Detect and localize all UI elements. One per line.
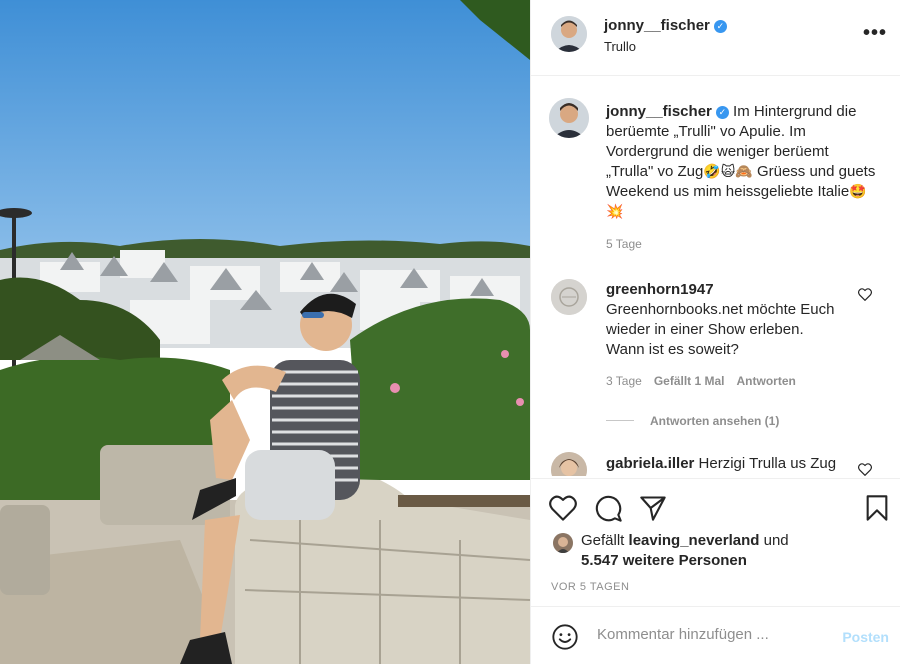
likes-prefix: Gefällt — [581, 532, 625, 549]
caption-emoji-1: 🤣🙀🙈 — [703, 164, 753, 180]
likes-joiner: und — [763, 532, 789, 549]
caption-age[interactable]: 5 Tage — [606, 237, 642, 251]
header-user: jonny__fischer ✓ — [604, 17, 727, 35]
avatar[interactable] — [549, 98, 589, 138]
comment-age[interactable]: 3 Tage — [606, 374, 642, 388]
avatar[interactable] — [551, 279, 587, 315]
reply-button[interactable]: Antworten — [737, 374, 796, 388]
comment-text: Herzigi Trulla us Zug — [698, 455, 837, 472]
comment-like-heart-icon[interactable] — [858, 463, 872, 476]
post-username[interactable]: jonny__fischer — [604, 17, 710, 34]
verified-icon: ✓ — [715, 106, 729, 119]
comment-like-heart-icon[interactable] — [858, 288, 872, 306]
smiley-icon[interactable] — [551, 623, 579, 656]
view-replies[interactable]: Antworten ansehen (1) — [606, 412, 780, 428]
bookmark-icon[interactable] — [865, 494, 889, 527]
comment-username[interactable]: gabriela.iller — [606, 455, 694, 472]
comment-item: gabriela.iller Herzigi Trulla us Zug — [606, 454, 866, 474]
post-actions: Gefällt leaving_neverland und 5.547 weit… — [531, 478, 900, 599]
post-location[interactable]: Trullo — [604, 39, 636, 54]
comment-meta: 3 Tage Gefällt 1 Mal Antworten — [606, 374, 808, 388]
avatar[interactable] — [551, 16, 587, 52]
view-replies-label: Antworten ansehen (1) — [650, 414, 780, 428]
comment-username[interactable]: greenhorn1947 — [606, 281, 714, 298]
heart-icon[interactable] — [549, 495, 577, 526]
comment-likes[interactable]: Gefällt 1 Mal — [654, 374, 725, 388]
verified-icon: ✓ — [713, 20, 727, 33]
replies-divider — [606, 420, 634, 422]
post-photo[interactable] — [0, 0, 530, 664]
comment-text: Greenhornbooks.net möchte Euch wieder in… — [606, 301, 835, 358]
comment-item: greenhorn1947 Greenhornbooks.net möchte … — [606, 280, 841, 360]
likes-user[interactable]: leaving_neverland — [629, 532, 760, 549]
comment-icon[interactable] — [595, 495, 623, 528]
add-comment-bar: Posten — [531, 606, 900, 665]
avatar[interactable] — [551, 452, 587, 476]
comment-input[interactable] — [595, 625, 829, 644]
avatar[interactable] — [553, 533, 573, 553]
post-side-panel: jonny__fischer ✓ Trullo ••• jonny__fische… — [530, 0, 900, 664]
post-button[interactable]: Posten — [842, 629, 889, 645]
likes-others[interactable]: 5.547 weitere Personen — [581, 552, 747, 569]
paper-plane-icon[interactable] — [639, 495, 667, 526]
post-timestamp[interactable]: VOR 5 TAGEN — [551, 581, 629, 593]
comments-section: jonny__fischer ✓ Im Hintergrund die berüe… — [531, 76, 900, 476]
more-options-icon[interactable]: ••• — [863, 22, 887, 45]
likes-summary: Gefällt leaving_neverland und 5.547 weit… — [581, 531, 789, 571]
post-header: jonny__fischer ✓ Trullo ••• — [531, 0, 900, 76]
post-caption: jonny__fischer ✓ Im Hintergrund die berüe… — [606, 102, 876, 222]
caption-username[interactable]: jonny__fischer — [606, 103, 712, 120]
